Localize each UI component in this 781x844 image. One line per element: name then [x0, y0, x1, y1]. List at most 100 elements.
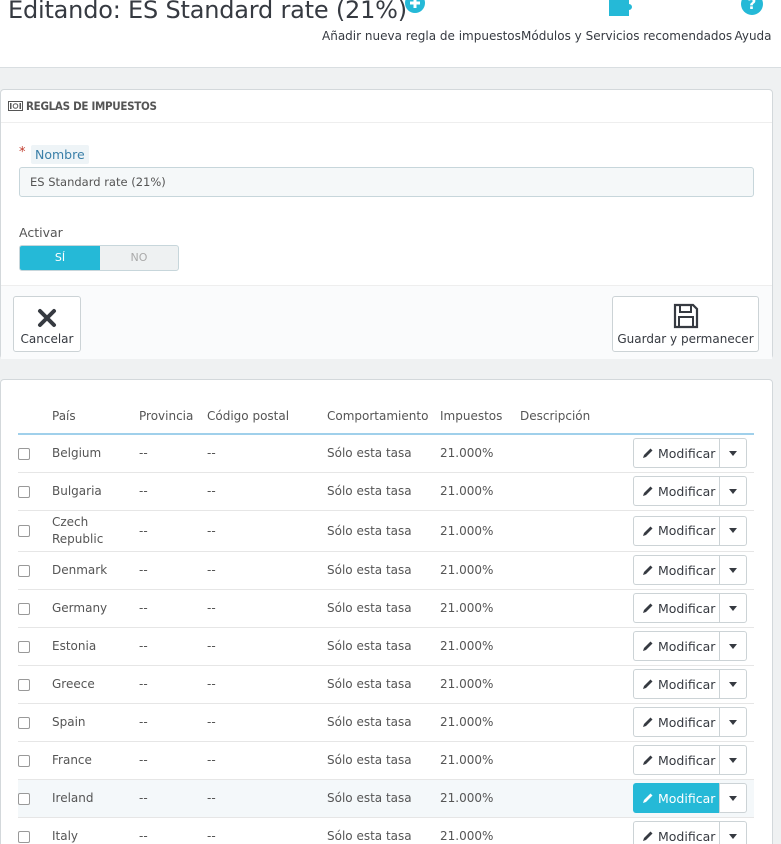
more-actions-dropdown[interactable] — [719, 745, 747, 775]
pencil-icon — [643, 755, 653, 765]
row-checkbox[interactable] — [18, 640, 30, 653]
description-cell — [520, 665, 632, 704]
edit-button[interactable]: Modificar — [633, 821, 719, 844]
row-checkbox[interactable] — [18, 792, 30, 805]
country-cell: Denmark — [52, 551, 139, 590]
pencil-icon — [643, 717, 653, 727]
name-input[interactable] — [19, 167, 754, 197]
row-select-cell — [18, 779, 52, 818]
behavior-cell: Sólo esta tasa — [327, 703, 440, 742]
edit-button[interactable]: Modificar — [633, 707, 719, 737]
column-header-country[interactable]: País — [52, 404, 139, 435]
edit-button[interactable]: Modificar — [633, 593, 719, 623]
row-checkbox[interactable] — [18, 525, 30, 537]
tax-rules-table: País Provincia Código postal Comportamie… — [18, 404, 754, 844]
switch-yes[interactable]: SÍ — [20, 246, 100, 270]
edit-label: Modificar — [658, 523, 716, 538]
edit-button[interactable]: Modificar — [633, 438, 719, 469]
country-cell: Italy — [52, 817, 139, 844]
row-select-cell — [18, 741, 52, 780]
tax-cell: 21.000% — [440, 434, 520, 473]
add-tax-rule-label: Añadir nueva regla de impuestos — [322, 29, 521, 43]
province-cell: -- — [139, 510, 207, 552]
zip-cell: -- — [207, 434, 327, 473]
zip-cell: -- — [207, 779, 327, 818]
pencil-icon — [643, 603, 653, 613]
actions-cell: Modificar — [632, 665, 754, 704]
more-actions-dropdown[interactable] — [719, 669, 747, 699]
chevron-down-icon — [729, 488, 737, 494]
country-cell: Ireland — [52, 779, 139, 818]
description-cell — [520, 434, 632, 473]
row-checkbox[interactable] — [18, 485, 30, 498]
behavior-cell: Sólo esta tasa — [327, 627, 440, 666]
row-checkbox[interactable] — [18, 564, 30, 577]
more-actions-dropdown[interactable] — [719, 783, 747, 813]
description-cell — [520, 510, 632, 552]
tax-cell: 21.000% — [440, 779, 520, 818]
more-actions-dropdown[interactable] — [719, 593, 747, 623]
more-actions-dropdown[interactable] — [719, 707, 747, 737]
help-button[interactable]: ? Ayuda — [733, 0, 773, 48]
table-row: Bulgaria -- -- Sólo esta tasa 21.000% Modific… — [18, 472, 754, 511]
edit-button[interactable]: Modificar — [633, 631, 719, 661]
province-cell: -- — [139, 434, 207, 473]
row-checkbox[interactable] — [18, 678, 30, 691]
behavior-cell: Sólo esta tasa — [327, 551, 440, 590]
edit-label: Modificar — [658, 676, 716, 692]
svg-text:?: ? — [748, 0, 757, 13]
column-header-description[interactable]: Descripción — [520, 404, 632, 435]
pencil-icon — [643, 448, 653, 459]
pencil-icon — [643, 526, 653, 536]
country-cell: France — [52, 741, 139, 780]
edit-button[interactable]: Modificar — [633, 555, 719, 585]
close-icon — [38, 309, 56, 327]
active-label: Activar — [19, 225, 63, 240]
more-actions-dropdown[interactable] — [719, 438, 747, 469]
edit-button[interactable]: Modificar — [633, 669, 719, 699]
row-checkbox[interactable] — [18, 830, 30, 843]
more-actions-dropdown[interactable] — [719, 555, 747, 585]
table-row: Spain -- -- Sólo esta tasa 21.000% Modificar — [18, 703, 754, 742]
edit-button[interactable]: Modificar — [633, 476, 719, 506]
column-header-zip[interactable]: Código postal — [207, 404, 327, 435]
zip-cell: -- — [207, 551, 327, 590]
row-checkbox[interactable] — [18, 716, 30, 729]
column-header-behavior[interactable]: Comportamiento — [327, 404, 440, 435]
column-header-tax[interactable]: Impuestos — [440, 404, 520, 435]
switch-no[interactable]: NO — [100, 246, 178, 270]
cancel-button[interactable]: Cancelar — [13, 296, 81, 352]
add-tax-rule-button[interactable]: Añadir nueva regla de impuestos — [322, 0, 521, 48]
active-switch[interactable]: SÍ NO — [19, 245, 179, 271]
save-icon — [673, 303, 698, 329]
zip-cell: -- — [207, 510, 327, 552]
pencil-icon — [643, 486, 653, 496]
more-actions-dropdown[interactable] — [719, 821, 747, 844]
panel-heading: REGLAS DE IMPUESTOS — [1, 90, 772, 123]
row-checkbox[interactable] — [18, 602, 30, 615]
puzzle-icon — [609, 0, 632, 16]
country-cell: Greece — [52, 665, 139, 704]
recommended-modules-button[interactable]: Módulos y Servicios recomendados — [521, 0, 732, 48]
zip-cell: -- — [207, 741, 327, 780]
actions-cell: Modificar — [632, 627, 754, 666]
edit-button[interactable]: Modificar — [633, 745, 719, 775]
more-actions-dropdown[interactable] — [719, 476, 747, 506]
row-actions: Modificar — [633, 555, 747, 585]
row-checkbox[interactable] — [18, 447, 30, 460]
required-indicator: * — [19, 145, 26, 160]
help-label: Ayuda — [734, 29, 772, 43]
save-and-stay-button[interactable]: Guardar y permanecer — [612, 296, 759, 352]
actions-cell: Modificar — [632, 434, 754, 473]
more-actions-dropdown[interactable] — [719, 515, 747, 546]
column-header-province[interactable]: Provincia — [139, 404, 207, 435]
edit-button[interactable]: Modificar — [633, 783, 719, 813]
row-actions: Modificar — [633, 515, 747, 546]
description-cell — [520, 741, 632, 780]
edit-button[interactable]: Modificar — [633, 515, 719, 546]
actions-cell: Modificar — [632, 589, 754, 628]
row-select-cell — [18, 589, 52, 628]
row-checkbox[interactable] — [18, 754, 30, 767]
more-actions-dropdown[interactable] — [719, 631, 747, 661]
actions-cell: Modificar — [632, 817, 754, 844]
